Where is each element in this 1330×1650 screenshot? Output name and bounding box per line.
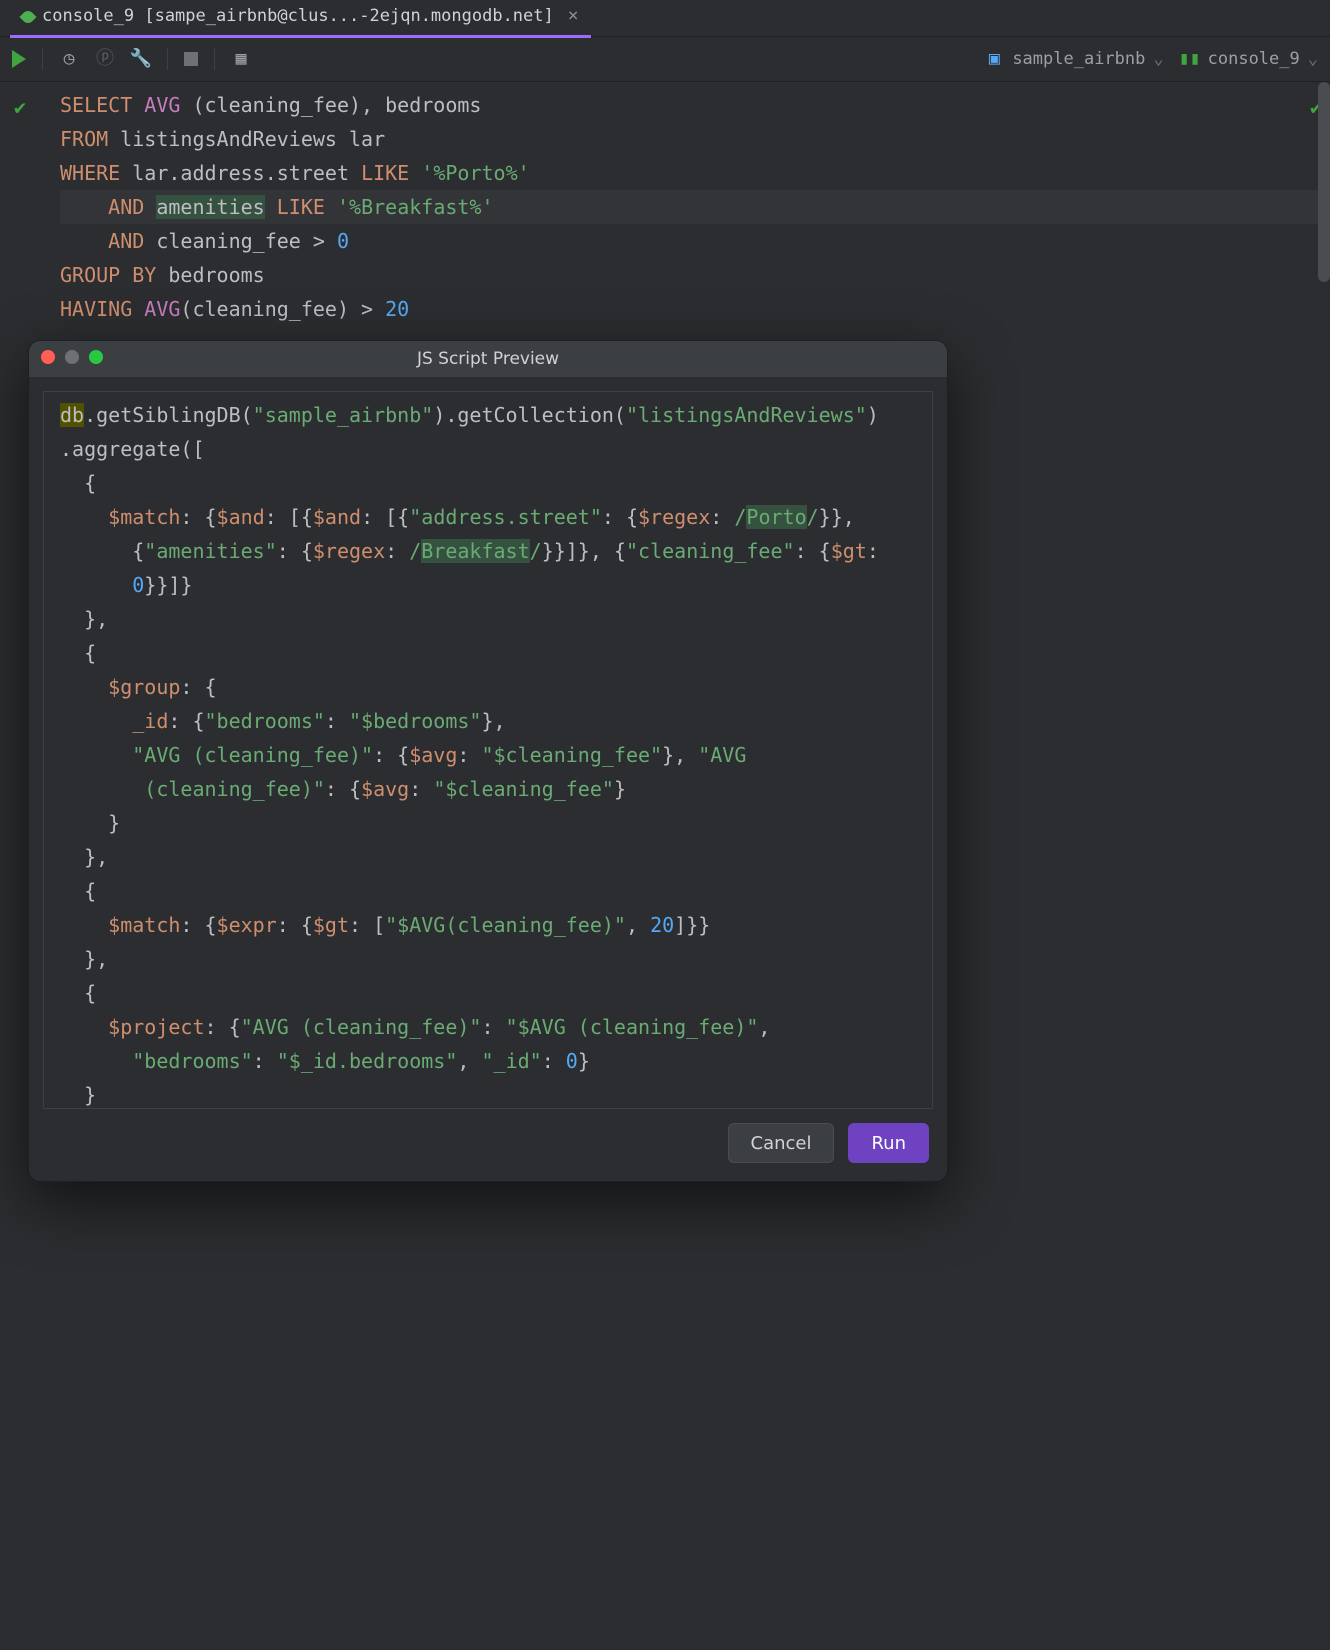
minimize-window-icon [65,350,79,364]
js-preview-editor[interactable]: db.getSiblingDB("sample_airbnb").getColl… [43,391,933,1109]
session-selector[interactable]: ▮▮ console_9 ⌄ [1180,45,1318,74]
sql-editor[interactable]: ✔ ✔ SELECT AVG (cleaning_fee), bedrooms … [0,82,1330,346]
editor-tab[interactable]: console_9 [sampe_airbnb@clus...-2ejqn.mo… [10,0,591,38]
run-button[interactable]: Run [848,1123,929,1163]
wrench-icon[interactable]: 🔧 [131,49,151,69]
vertical-scrollbar[interactable] [1318,82,1330,362]
chevron-down-icon: ⌄ [1308,45,1318,74]
mongo-leaf-icon [20,8,37,25]
close-window-icon[interactable] [41,350,55,364]
dialog-title: JS Script Preview [417,345,559,374]
grid-icon[interactable]: ▦ [231,49,251,69]
run-icon[interactable] [12,50,26,68]
console-icon: ▮▮ [1180,49,1200,69]
close-icon[interactable]: × [568,1,579,32]
stop-icon[interactable] [184,52,198,66]
dialog-button-row: Cancel Run [29,1109,947,1181]
session-label: console_9 [1208,45,1300,74]
history-icon[interactable]: ◷ [59,49,79,69]
js-script-preview-dialog: JS Script Preview db.getSiblingDB("sampl… [28,340,948,1182]
zoom-window-icon[interactable] [89,350,103,364]
dialog-titlebar[interactable]: JS Script Preview [29,341,947,377]
datasource-selector[interactable]: ▣ sample_airbnb ⌄ [984,45,1163,74]
editor-tabbar: console_9 [sampe_airbnb@clus...-2ejqn.mo… [0,0,1330,37]
traffic-lights[interactable] [41,350,103,364]
toolbar: ◷ ⓟ 🔧 ▦ ▣ sample_airbnb ⌄ ▮▮ console_9 ⌄ [0,37,1330,82]
cancel-button[interactable]: Cancel [728,1123,835,1163]
gutter-check-icon: ✔ [14,90,26,124]
schema-icon: ▣ [984,49,1004,69]
chevron-down-icon: ⌄ [1153,45,1163,74]
datasource-label: sample_airbnb [1012,45,1145,74]
editor-tab-label: console_9 [sampe_airbnb@clus...-2ejqn.mo… [42,2,554,31]
explain-plan-icon[interactable]: ⓟ [95,49,115,69]
